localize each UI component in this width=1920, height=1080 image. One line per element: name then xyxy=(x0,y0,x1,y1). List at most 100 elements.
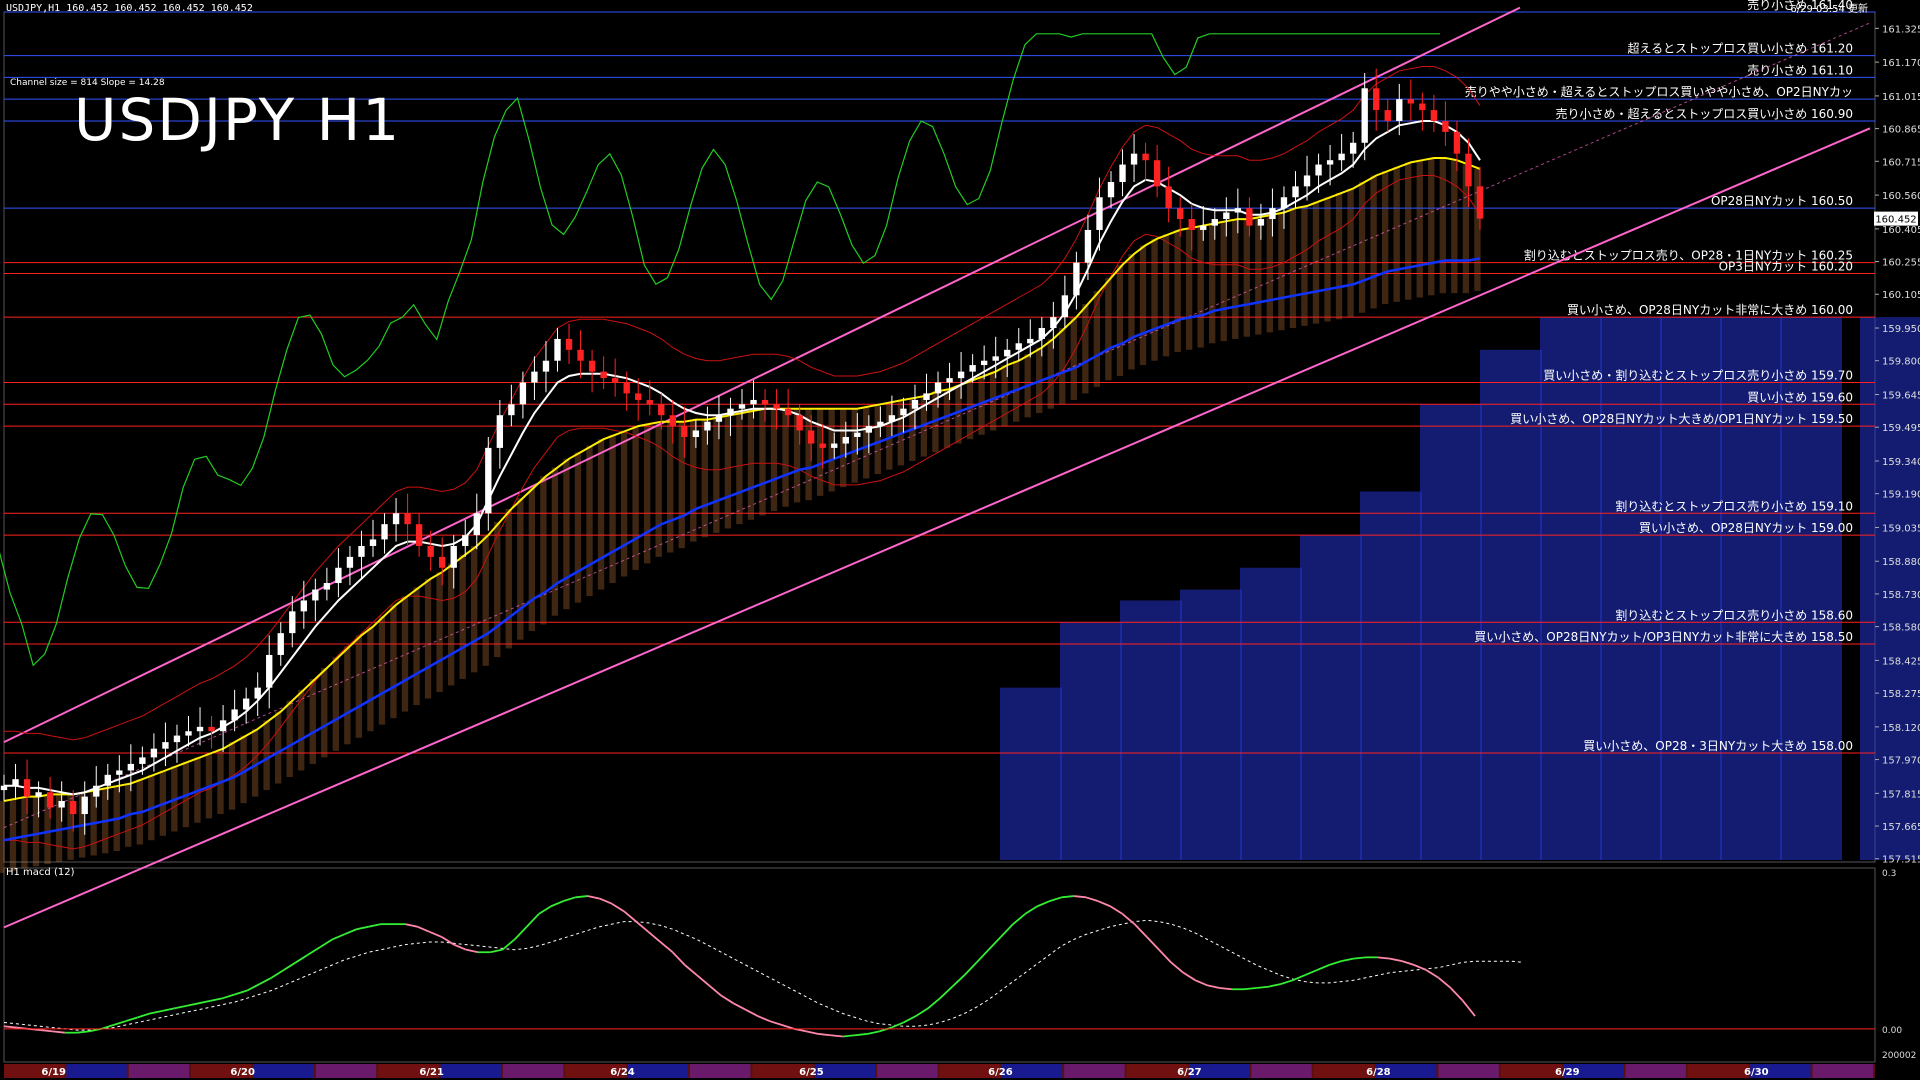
cloud-segment xyxy=(1093,290,1101,387)
level-label: 売り小さめ 161.10 xyxy=(1747,62,1853,77)
date-bar-segment xyxy=(1313,1064,1375,1078)
macd-main-segment xyxy=(174,1004,187,1010)
macd-main-segment xyxy=(501,938,516,951)
macd-main-segment xyxy=(283,961,297,971)
cloud-segment xyxy=(0,800,5,873)
candle-body xyxy=(1315,164,1322,176)
macd-main-segment xyxy=(368,923,382,928)
candle-body xyxy=(623,382,630,394)
cloud-segment xyxy=(471,545,478,673)
candle-body xyxy=(565,338,573,350)
candle-body xyxy=(1177,208,1184,220)
price-tick-label: 159.495 xyxy=(1882,423,1920,434)
candle-body xyxy=(1073,262,1080,296)
candle-body xyxy=(1407,99,1414,104)
candle-body xyxy=(1096,197,1103,230)
date-bar-segment xyxy=(315,1064,377,1078)
macd-main-segment xyxy=(891,1021,904,1029)
price-tick-label: 159.950 xyxy=(1882,324,1920,335)
candle-body xyxy=(1211,219,1218,226)
future-cloud-segment xyxy=(1600,317,1662,861)
cloud-segment xyxy=(1358,182,1366,313)
candle-body xyxy=(231,709,238,721)
candle-body xyxy=(1269,208,1276,220)
cloud-segment xyxy=(344,646,351,745)
candle-body xyxy=(715,415,723,422)
price-chart[interactable]: 売り小さめ 161.40超えるとストップロス買い小さめ 161.20売り小さめ … xyxy=(0,0,1920,1080)
candle-body xyxy=(773,404,780,409)
level-label: 買い小さめ、OP28日NYカット/OP3日NYカット非常に大きめ 158.50 xyxy=(1474,630,1853,644)
candle-body xyxy=(911,399,919,409)
cloud-segment xyxy=(1047,338,1054,409)
cloud-segment xyxy=(1232,219,1239,339)
date-bar-segment xyxy=(690,1064,751,1078)
level-label: 買い小さめ 159.60 xyxy=(1747,390,1853,404)
chart-window: 売り小さめ 161.40 超えるとストップロス買い小さめ 161.20 売り小さめ … xyxy=(0,0,1920,1080)
price-tick-label: 158.120 xyxy=(1882,723,1920,734)
macd-main-segment xyxy=(1073,895,1087,899)
cloud-segment xyxy=(263,720,270,791)
cloud-segment xyxy=(620,430,628,577)
date-label: 6/25 xyxy=(799,1067,824,1078)
candle-body xyxy=(519,382,527,405)
macd-main-segment xyxy=(659,941,674,953)
macd-main-segment xyxy=(587,895,600,900)
level-label: 超えるとストップロス買い小さめ 161.20 xyxy=(1628,41,1853,56)
candle-body xyxy=(312,589,319,601)
candle-body xyxy=(854,432,861,437)
macd-main-segment xyxy=(331,933,345,941)
candle-body xyxy=(439,556,446,568)
macd-main-segment xyxy=(1328,960,1342,966)
date-bar-segment xyxy=(440,1064,501,1078)
candle-body xyxy=(58,800,65,808)
date-label: 6/20 xyxy=(230,1067,255,1078)
candle-body xyxy=(611,378,619,383)
candle-body xyxy=(900,408,907,416)
candle-body xyxy=(508,404,515,416)
candle-body xyxy=(784,408,792,416)
candle-body xyxy=(0,785,8,791)
macd-main-segment xyxy=(1292,974,1306,982)
candle-body xyxy=(1107,182,1115,198)
macd-main-segment xyxy=(526,913,540,928)
level-label: 買い小さめ、OP28・3日NYカット大きめ 158.00 xyxy=(1583,739,1853,753)
macd-main-segment xyxy=(356,925,369,931)
macd-main-segment xyxy=(939,986,953,999)
cloud-segment xyxy=(1105,277,1112,381)
macd-main-segment xyxy=(671,951,686,966)
candle-body xyxy=(750,399,757,405)
candle-body xyxy=(46,792,54,808)
candle-body xyxy=(12,779,19,786)
macd-main-segment xyxy=(344,928,357,936)
date-bar-segment xyxy=(1438,1064,1499,1078)
macd-main-segment xyxy=(161,1007,175,1012)
cloud-segment xyxy=(736,413,743,525)
macd-main-segment xyxy=(1219,987,1232,991)
cloud-segment xyxy=(9,798,17,871)
cloud-segment xyxy=(424,578,432,699)
candle-body xyxy=(1153,160,1161,187)
level-label: 割り込むとストップロス売り小さめ 159.10 xyxy=(1615,498,1853,513)
candle-body xyxy=(346,556,354,568)
price-tick-label: 159.190 xyxy=(1882,490,1920,501)
cloud-segment xyxy=(1428,158,1435,296)
cloud-segment xyxy=(632,426,639,570)
candle-body xyxy=(139,757,146,764)
candle-body xyxy=(254,687,261,699)
candle-body xyxy=(1384,110,1391,121)
macd-main-segment xyxy=(404,923,418,928)
candle-body xyxy=(980,360,988,366)
price-tick-label: 158.730 xyxy=(1882,590,1920,601)
candle-body xyxy=(1257,219,1265,226)
candle-body xyxy=(1223,212,1230,220)
price-tick-label: 160.255 xyxy=(1882,258,1920,269)
macd-main-segment xyxy=(1036,900,1050,908)
candle-body xyxy=(473,513,480,536)
future-cloud-segment xyxy=(1120,600,1182,860)
macd-main-segment xyxy=(1182,971,1196,982)
level-label: 買い小さめ、OP28日NYカット大きめ/OP1日NYカット 159.50 xyxy=(1510,412,1853,426)
candle-body xyxy=(923,393,930,400)
price-tick-label: 161.015 xyxy=(1882,92,1920,103)
macd-main-segment xyxy=(1304,969,1318,977)
candle-body xyxy=(577,349,584,361)
